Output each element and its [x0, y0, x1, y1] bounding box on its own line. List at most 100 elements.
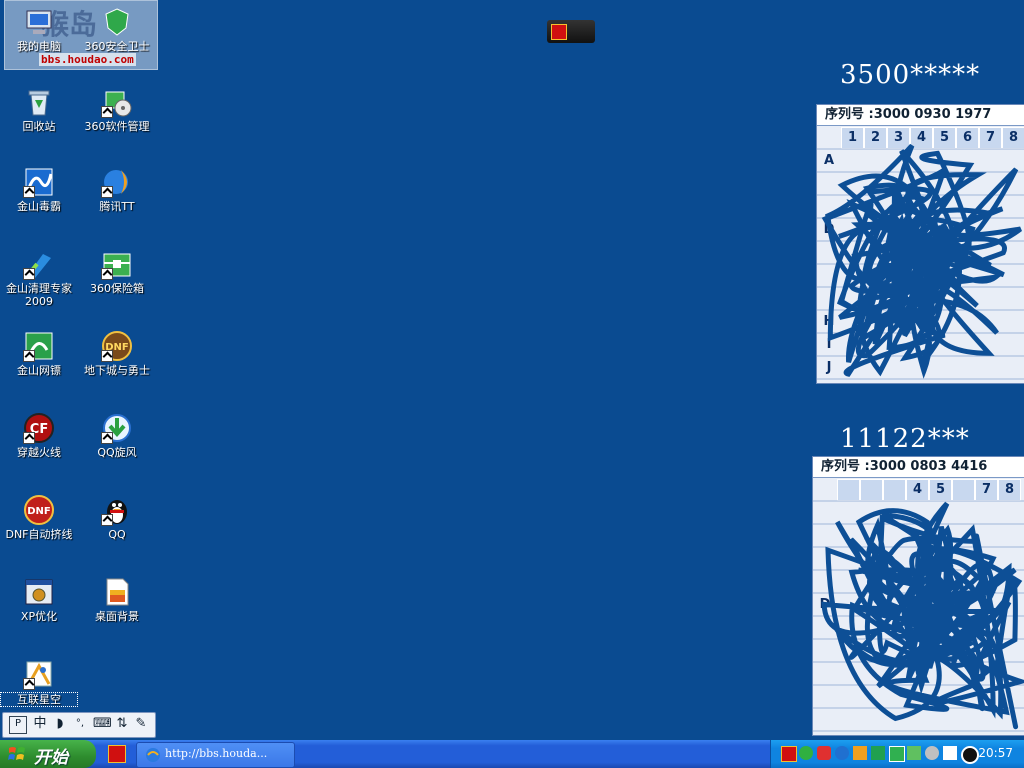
netstar-icon [23, 658, 55, 690]
shortcut-arrow-icon [101, 268, 113, 280]
taskbar: 开始 http://bbs.houda... 20:57 [0, 740, 1024, 768]
windows-logo-icon [8, 747, 25, 760]
browser-icon [101, 166, 133, 198]
desktop-icon-netstar[interactable]: 互联星空 [0, 658, 78, 707]
cleaner-icon [23, 248, 55, 280]
optimizer-icon [23, 576, 55, 608]
desktop-icon-label: 360软件管理 [84, 120, 150, 133]
card-title: 11122*** [840, 424, 970, 454]
shortcut-arrow-icon [23, 186, 35, 198]
tray-media-icon[interactable] [961, 746, 979, 764]
desktop-icon-dnf-auto[interactable]: DNF DNF自动挤线 [0, 494, 78, 541]
desktop-icon-label: 金山毒霸 [17, 200, 61, 213]
qq-penguin-icon [101, 494, 133, 526]
quick-launch-360-icon[interactable] [108, 745, 126, 763]
tray-firewall-icon[interactable] [871, 746, 885, 760]
desktop-icon-tencent-tt[interactable]: 腾讯TT [78, 166, 156, 213]
soft-keyboard-icon[interactable]: ⌨ [93, 716, 112, 732]
desktop-icon-label: 桌面背景 [95, 610, 139, 623]
tray-app-icon[interactable] [551, 24, 567, 40]
shortcut-arrow-icon [101, 106, 113, 118]
computer-icon [23, 6, 55, 38]
browser-icon [146, 748, 160, 762]
desktop-icon-qq[interactable]: QQ [78, 494, 156, 541]
desktop-icon-label: 回收站 [22, 120, 56, 133]
desktop-icon-crossfire[interactable]: CF 穿越火线 [0, 412, 78, 459]
shield-icon [101, 6, 133, 38]
dnf-auto-icon: DNF [23, 494, 55, 526]
desktop-icon-recycle-bin[interactable]: 回收站 [0, 86, 78, 133]
scribble-redaction [813, 500, 1024, 732]
desktop-icon-label: 金山网镖 [17, 364, 61, 377]
tray-360-icon[interactable] [781, 746, 797, 762]
shortcut-arrow-icon [101, 514, 113, 526]
tray-volume-icon[interactable] [925, 746, 939, 760]
shortcut-arrow-icon [23, 678, 35, 690]
lang-chinese-toggle[interactable]: 中 [31, 716, 49, 732]
scribble-redaction [817, 143, 1024, 380]
card-title: 3500***** [840, 60, 981, 90]
desktop-icon-label: 我的电脑 [17, 40, 61, 53]
desktop-icon-label: 穿越火线 [17, 446, 61, 459]
desktop-icon-label: 互联星空 [0, 692, 78, 707]
desktop-icon-label: QQ旋风 [97, 446, 137, 459]
desktop-icon-dnf[interactable]: DNF 地下城与勇士 [78, 330, 156, 377]
security-card: 序列号 :3000 0803 4416 4578DJ [812, 456, 1024, 736]
shortcut-arrow-icon [23, 268, 35, 280]
svg-text:DNF: DNF [27, 506, 51, 517]
tray-kingsoft-icon[interactable] [853, 746, 867, 760]
desktop-icon-360-safebox[interactable]: 360保险箱 [78, 248, 156, 295]
wallpaper-icon [101, 576, 133, 608]
dnf-icon: DNF [101, 330, 133, 362]
input-method-icon[interactable]: P [9, 716, 27, 734]
crossfire-icon: CF [23, 412, 55, 444]
shortcut-arrow-icon [101, 432, 113, 444]
punctuation-icon[interactable]: °, [71, 716, 89, 732]
desktop-icon-wallpaper[interactable]: 桌面背景 [78, 576, 156, 623]
desktop-icon-xp-optimize[interactable]: XP优化 [0, 576, 78, 623]
watermark-url: bbs.houdao.com [39, 53, 136, 66]
desktop-icon-label: 360保险箱 [90, 282, 144, 295]
floating-toolbar[interactable] [547, 20, 595, 43]
shortcut-arrow-icon [101, 186, 113, 198]
shortcut-arrow-icon [23, 432, 35, 444]
system-tray: 20:57 [770, 740, 1024, 768]
firewall-icon [23, 330, 55, 362]
desktop-icon-label: 金山清理专家 2009 [6, 282, 72, 308]
desktop-icon-kingsoft-shield[interactable]: 金山网镖 [0, 330, 78, 377]
safebox-icon [101, 248, 133, 280]
settings-wrench-icon[interactable]: ✎ [133, 716, 149, 732]
desktop-icon-360-safe[interactable]: 360安全卫士 [78, 6, 156, 53]
half-width-icon[interactable]: ◗ [53, 716, 67, 732]
language-bar[interactable]: P 中 ◗ °, ⌨ ⇅ ✎ [2, 712, 156, 738]
recycle-bin-icon [23, 86, 55, 118]
tray-refresh-icon[interactable] [799, 746, 813, 760]
desktop-icon-kingsoft-antivirus[interactable]: 金山毒霸 [0, 166, 78, 213]
tray-tt-icon[interactable] [835, 746, 849, 760]
desktop[interactable]: 猴岛 bbs.houdao.com 我的电脑 回收站 金山毒霸 金山清理专家 2… [0, 0, 1024, 740]
taskbar-button-browser[interactable]: http://bbs.houda... [136, 742, 295, 768]
desktop-icon-label: 腾讯TT [99, 200, 135, 213]
software-manager-icon [101, 86, 133, 118]
download-icon [101, 412, 133, 444]
desktop-icon-360-soft-manager[interactable]: 360软件管理 [78, 86, 156, 133]
tray-network-icon[interactable] [907, 746, 921, 760]
security-card: 序列号 :3000 0930 1977 12345678ADHIJ [816, 104, 1024, 384]
start-label: 开始 [34, 748, 68, 768]
desktop-icon-label: QQ [108, 528, 126, 541]
tray-safebox-icon[interactable] [889, 746, 905, 762]
tray-cursor-icon[interactable] [943, 746, 957, 760]
clock[interactable]: 20:57 [978, 746, 1013, 760]
start-button[interactable]: 开始 [0, 740, 96, 768]
antivirus-icon [23, 166, 55, 198]
desktop-icon-label: 360安全卫士 [84, 40, 150, 53]
desktop-icon-qq-whirlwind[interactable]: QQ旋风 [78, 412, 156, 459]
tray-shield-icon[interactable] [817, 746, 831, 760]
menu-icon[interactable]: ⇅ [115, 716, 129, 732]
desktop-icon-kingsoft-cleaner[interactable]: 金山清理专家 2009 [0, 248, 78, 308]
desktop-icon-label: XP优化 [20, 610, 58, 623]
taskbar-button-label: http://bbs.houda... [165, 747, 268, 760]
desktop-icon-my-computer[interactable]: 我的电脑 [0, 6, 78, 53]
desktop-icon-label: DNF自动挤线 [5, 528, 73, 541]
shortcut-arrow-icon [23, 350, 35, 362]
